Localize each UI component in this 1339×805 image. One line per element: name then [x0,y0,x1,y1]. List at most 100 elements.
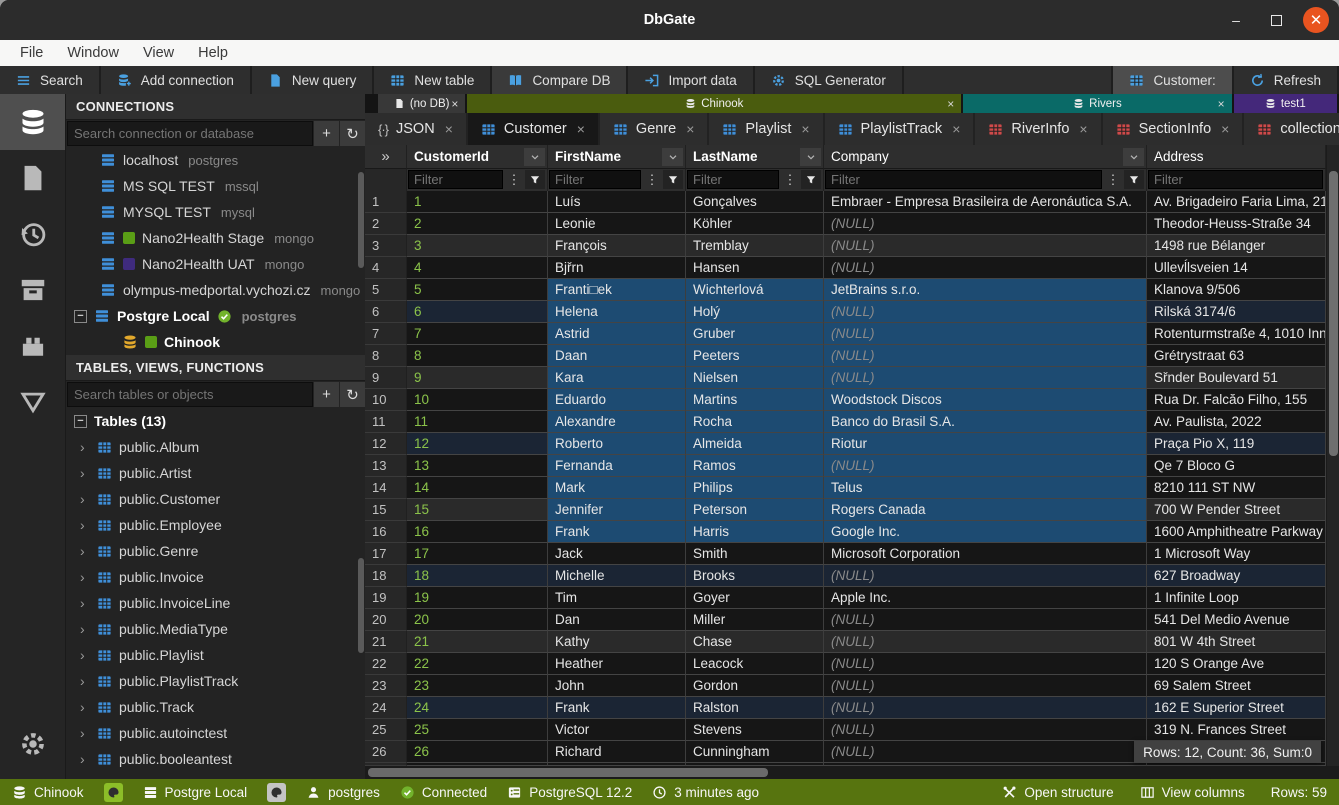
row-number[interactable]: 26 [365,741,407,763]
cell-company[interactable]: (NULL) [824,367,1147,389]
column-dropdown[interactable] [524,148,545,166]
cell-lastname[interactable]: Brooks [686,565,824,587]
table-item-public-genre[interactable]: ›public.Genre [66,538,365,564]
row-number[interactable]: 25 [365,719,407,741]
cell-customerid[interactable]: 1 [407,191,548,213]
tab-sectioninfo[interactable]: SectionInfo× [1103,113,1243,145]
filter-input-customerid[interactable] [408,170,503,189]
cell-address[interactable]: Klanova 9/506 [1147,279,1326,301]
row-number[interactable]: 7 [365,323,407,345]
cell-address[interactable]: 8210 111 ST NW [1147,477,1326,499]
cell-company[interactable]: Woodstock Discos [824,389,1147,411]
cell-lastname[interactable]: Wichterlová [686,279,824,301]
column-header-address[interactable]: Address [1147,145,1326,169]
cell-lastname[interactable]: Stevens [686,719,824,741]
tab-group-test1[interactable]: test1 [1234,94,1337,113]
cell-lastname[interactable]: Martins [686,389,824,411]
cell-company[interactable]: (NULL) [824,741,1147,763]
cell-company[interactable]: Google Inc. [824,521,1147,543]
close-icon[interactable]: × [1218,97,1225,111]
toolbar-button-add-connection[interactable]: Add connection [101,66,250,94]
cell-customerid[interactable]: 8 [407,345,548,367]
connection-item-olympus-medportal-vychozi-cz[interactable]: olympus-medportal.vychozi.czmongo [66,277,365,303]
cell-company[interactable]: Apple Inc. [824,587,1147,609]
cell-lastname[interactable]: Goyer [686,587,824,609]
cell-firstname[interactable]: Jack [548,543,686,565]
cell-address[interactable]: 1 Microsoft Way [1147,543,1326,565]
menu-help[interactable]: Help [188,43,238,63]
close-icon[interactable]: × [952,121,960,137]
close-icon[interactable]: × [801,121,809,137]
cell-lastname[interactable]: Ralston [686,697,824,719]
cell-lastname[interactable]: Philips [686,477,824,499]
sidebar-nav-history[interactable] [0,206,65,262]
tables-search-input[interactable] [67,382,313,407]
cell-address[interactable]: 319 N. Frances Street [1147,719,1326,741]
column-header-customerid[interactable]: CustomerId [407,145,548,169]
tab-playlisttrack[interactable]: PlaylistTrack× [825,113,974,145]
table-item-public-mediatype[interactable]: ›public.MediaType [66,616,365,642]
connection-item-nano2health-uat[interactable]: Nano2Health UATmongo [66,251,365,277]
table-item-public-autoinctest[interactable]: ›public.autoinctest [66,720,365,746]
connection-color-swatch[interactable] [267,783,286,802]
cell-firstname[interactable]: Bjřrn [548,257,686,279]
row-number[interactable]: 1 [365,191,407,213]
cell-firstname[interactable]: Victor [548,719,686,741]
table-item-public-album[interactable]: ›public.Album [66,434,365,460]
filter-input-address[interactable] [1148,170,1323,189]
chevron-right-icon[interactable]: › [80,465,90,481]
cell-company[interactable]: (NULL) [824,323,1147,345]
kebab-menu-icon[interactable]: ⋮ [504,170,524,189]
cell-lastname[interactable]: Miller [686,609,824,631]
sidebar-nav-archive[interactable] [0,262,65,318]
add-connection-plus-icon[interactable]: + [314,121,339,146]
menu-view[interactable]: View [133,43,184,63]
cell-address[interactable]: Grétrystraat 63 [1147,345,1326,367]
cell-company[interactable]: (NULL) [824,675,1147,697]
sidebar-nav-connections[interactable] [0,94,65,150]
connection-item-postgre-local[interactable]: −Postgre Localpostgres [66,303,365,329]
connection-item-ms-sql-test[interactable]: MS SQL TESTmssql [66,173,365,199]
cell-company[interactable]: (NULL) [824,609,1147,631]
cell-address[interactable]: Sřnder Boulevard 51 [1147,367,1326,389]
chevron-right-icon[interactable]: › [80,517,90,533]
cell-lastname[interactable]: Köhler [686,213,824,235]
cell-company[interactable]: (NULL) [824,345,1147,367]
cell-firstname[interactable]: Leonie [548,213,686,235]
connections-refresh-icon[interactable]: ↻ [340,121,365,146]
cell-firstname[interactable]: Daan [548,345,686,367]
cell-firstname[interactable]: Frank [548,697,686,719]
tab-customer[interactable]: Customer× [468,113,598,145]
close-icon[interactable]: × [686,121,694,137]
chevron-right-icon[interactable]: › [80,491,90,507]
cell-address[interactable]: Theodor-Heuss-Straße 34 [1147,213,1326,235]
cell-lastname[interactable]: Chase [686,631,824,653]
connection-item-localhost[interactable]: localhostpostgres [66,147,365,173]
row-number[interactable]: 16 [365,521,407,543]
cell-lastname[interactable]: Peterson [686,499,824,521]
column-header-lastname[interactable]: LastName [686,145,824,169]
cell-company[interactable]: Embraer - Empresa Brasileira de Aeronáut… [824,191,1147,213]
cell-customerid[interactable]: 20 [407,609,548,631]
tab-json[interactable]: {·}JSON× [365,113,466,145]
tab-group-rivers[interactable]: Rivers× [963,94,1231,113]
cell-lastname[interactable]: Gordon [686,675,824,697]
cell-customerid[interactable]: 19 [407,587,548,609]
row-number[interactable]: 18 [365,565,407,587]
row-number[interactable]: 19 [365,587,407,609]
filter-funnel-icon[interactable] [663,170,683,189]
chevron-right-icon[interactable]: › [80,699,90,715]
tab-group--no-db-[interactable]: (no DB)× [378,94,465,113]
status-open-structure[interactable]: Open structure [1002,785,1113,800]
row-number[interactable]: 8 [365,345,407,367]
cell-address[interactable]: Av. Paulista, 2022 [1147,411,1326,433]
cell-lastname[interactable]: Holý [686,301,824,323]
cell-customerid[interactable]: 3 [407,235,548,257]
cell-address[interactable]: 700 W Pender Street [1147,499,1326,521]
cell-address[interactable]: 627 Broadway [1147,565,1326,587]
table-item-public-invoiceline[interactable]: ›public.InvoiceLine [66,590,365,616]
cell-company[interactable]: (NULL) [824,565,1147,587]
toolbar-button-new-table[interactable]: New table [374,66,490,94]
cell-customerid[interactable]: 16 [407,521,548,543]
table-item-public-booleantest[interactable]: ›public.booleantest [66,746,365,772]
